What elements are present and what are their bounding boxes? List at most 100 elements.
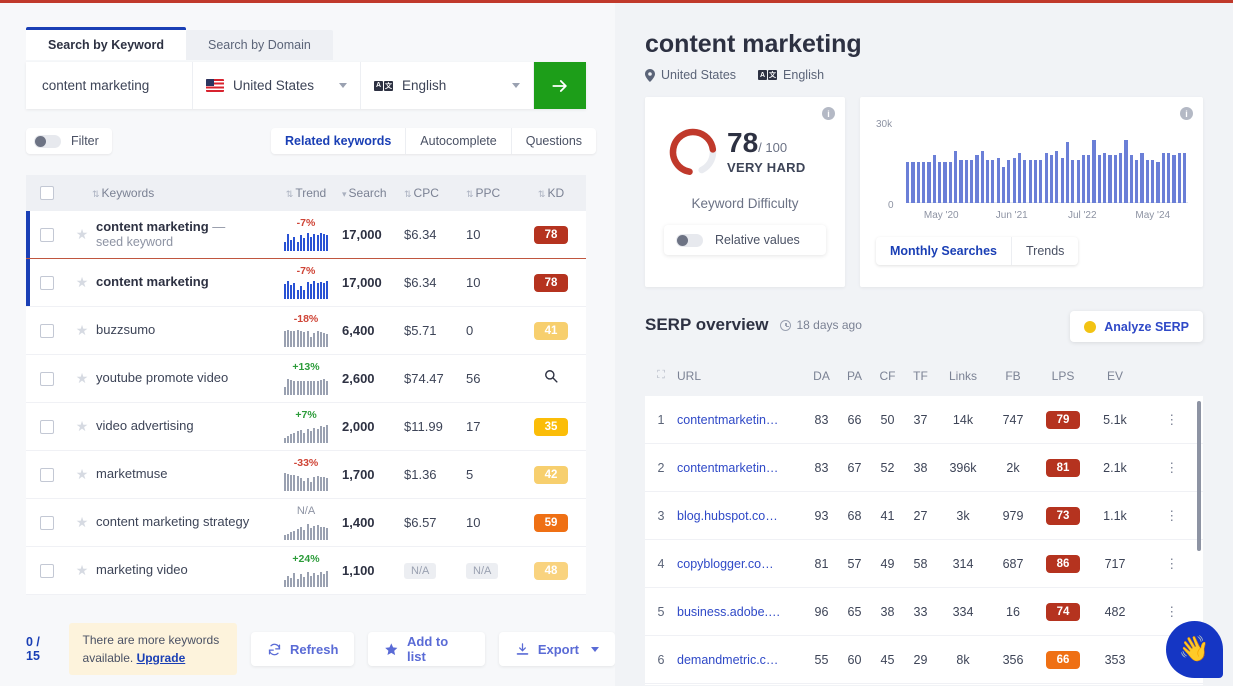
row-checkbox[interactable] (40, 371, 54, 386)
serp-cf: 50 (880, 412, 895, 427)
tab-search-by-keyword[interactable]: Search by Keyword (26, 27, 187, 60)
row-checkbox[interactable] (40, 227, 54, 242)
table-row[interactable]: 6demandmetric.c…556045298k35666353⋮ (645, 636, 1203, 684)
serp-url-link[interactable]: blog.hubspot.co… (677, 509, 805, 523)
export-button[interactable]: Export (498, 632, 615, 666)
column-search[interactable]: ▾ Search (342, 186, 404, 200)
tab-trends[interactable]: Trends (1012, 237, 1078, 265)
country-select[interactable]: United States (193, 62, 361, 109)
column-lps: LPS (1051, 368, 1075, 383)
keyword-cell: buzzsumo (96, 322, 270, 338)
trend-cell: +24% (270, 554, 342, 588)
row-actions-menu-icon[interactable]: ⋮ (1141, 460, 1203, 476)
serp-rank: 3 (657, 508, 665, 523)
search-submit-button[interactable] (534, 62, 586, 109)
table-row[interactable]: 5 business.adobe.… 96 65 38 33 334 16 74 482 ⋮ (645, 588, 1203, 636)
chart-bar (996, 157, 1000, 203)
row-checkbox[interactable] (40, 467, 54, 482)
filter-toggle-switch[interactable] (34, 134, 61, 148)
favorite-star-icon[interactable]: ★ (68, 418, 96, 435)
row-actions-menu-icon[interactable]: ⋮ (1141, 604, 1203, 620)
chart-bar (1183, 153, 1187, 203)
table-row[interactable]: 1 contentmarketin… 83 66 50 37 14k 747 79 5.1k ⋮ (645, 396, 1203, 444)
serp-tf: 58 (913, 556, 928, 571)
column-keywords[interactable]: ⇅ Keywords (68, 186, 270, 200)
segment-autocomplete[interactable]: Autocomplete (406, 128, 512, 154)
serp-da: 96 (814, 604, 829, 619)
row-checkbox[interactable] (40, 419, 54, 434)
keyword-overview-panel: content marketing United States A文 Engli… (615, 3, 1233, 686)
cpc-cell: $74.47 (404, 371, 444, 386)
favorite-star-icon[interactable]: ★ (68, 274, 96, 291)
relative-values-toggle[interactable]: Relative values (664, 225, 826, 255)
expand-icon[interactable]: ⛶ (645, 369, 677, 382)
column-kd[interactable]: ⇅ KD (516, 186, 586, 200)
row-actions-menu-icon[interactable]: ⋮ (1141, 412, 1203, 428)
serp-table-scrollbar[interactable] (1197, 401, 1201, 551)
column-trend[interactable]: ⇅ Trend (270, 186, 342, 200)
keyword-name: marketing video (96, 562, 188, 578)
column-cpc[interactable]: ⇅ CPC (404, 186, 466, 200)
table-row[interactable]: 2 contentmarketin… 83 67 52 38 396k 2k 81 2.1k ⋮ (645, 444, 1203, 492)
language-select[interactable]: A文 English (361, 62, 534, 109)
kd-gauge (667, 126, 719, 178)
favorite-star-icon[interactable]: ★ (68, 562, 96, 579)
keyword-search-input[interactable]: content marketing (26, 62, 193, 109)
cpc-cell: N/A (404, 562, 466, 579)
chart-bar (1103, 153, 1107, 203)
add-to-list-button[interactable]: Add to list (368, 632, 485, 666)
table-row[interactable]: ★ content marketing strategy N/A 1,400 $6.57… (26, 499, 586, 547)
magnifier-icon[interactable] (544, 369, 558, 383)
table-row[interactable]: 3 blog.hubspot.co… 93 68 41 27 3k 979 73 1.1k ⋮ (645, 492, 1203, 540)
serp-url-link[interactable]: copyblogger.co… (677, 557, 805, 571)
serp-url-link[interactable]: contentmarketin… (677, 413, 805, 427)
segment-related-keywords[interactable]: Related keywords (271, 128, 407, 154)
chart-bar (906, 162, 910, 203)
favorite-star-icon[interactable]: ★ (68, 466, 96, 483)
kd-score-line: 78/ 100 (727, 129, 806, 157)
relative-values-switch[interactable] (676, 233, 703, 247)
column-cpc-label: CPC (413, 186, 439, 200)
refresh-button[interactable]: Refresh (250, 632, 355, 666)
tab-monthly-searches[interactable]: Monthly Searches (876, 237, 1012, 265)
chart-bar (932, 155, 936, 203)
favorite-star-icon[interactable]: ★ (68, 322, 96, 339)
table-row[interactable]: ★ content marketing -7% 17,000 $6.34 10 78 (26, 259, 586, 307)
search-volume-cell: 17,000 (342, 227, 382, 242)
serp-lps-cell: 86 (1037, 554, 1089, 573)
favorite-star-icon[interactable]: ★ (68, 370, 96, 387)
table-row[interactable]: ★ youtube promote video +13% 2,600 $74.47 56 (26, 355, 586, 403)
column-ppc[interactable]: ⇅ PPC (466, 186, 516, 200)
serp-url-link[interactable]: business.adobe.… (677, 605, 805, 619)
info-icon[interactable]: i (822, 107, 835, 120)
keyword-name: content marketing strategy (96, 514, 250, 530)
row-actions-menu-icon[interactable]: ⋮ (1141, 508, 1203, 524)
trend-percent: -18% (293, 312, 319, 325)
row-checkbox[interactable] (40, 275, 54, 290)
table-row[interactable]: 4 copyblogger.co… 81 57 49 58 314 687 86 717 ⋮ (645, 540, 1203, 588)
table-row[interactable]: ★ marketing video +24% 1,100 N/A N/A 48 (26, 547, 586, 595)
kd-cell: 48 (516, 561, 586, 580)
chart-bar (985, 159, 990, 203)
column-keywords-label: Keywords (101, 186, 155, 200)
upgrade-link[interactable]: Upgrade (137, 651, 186, 665)
chart-bar (964, 159, 968, 203)
table-row[interactable]: ★ content marketing — seed keyword -7% 17,00… (26, 211, 586, 259)
segment-questions[interactable]: Questions (512, 128, 596, 154)
favorite-star-icon[interactable]: ★ (68, 226, 96, 243)
chat-widget-button[interactable]: 👋 (1166, 621, 1223, 678)
row-checkbox[interactable] (40, 515, 54, 530)
serp-url-link[interactable]: contentmarketin… (677, 461, 805, 475)
favorite-star-icon[interactable]: ★ (68, 514, 96, 531)
table-row[interactable]: ★ marketmuse -33% 1,700 $1.36 5 42 (26, 451, 586, 499)
filter-toggle-button[interactable]: Filter (26, 128, 112, 154)
row-checkbox[interactable] (40, 323, 54, 338)
serp-url-link[interactable]: demandmetric.c… (677, 653, 805, 667)
analyze-serp-button[interactable]: Analyze SERP (1070, 311, 1203, 342)
select-all-checkbox[interactable] (40, 186, 54, 200)
tab-search-by-domain[interactable]: Search by Domain (186, 30, 333, 60)
row-actions-menu-icon[interactable]: ⋮ (1141, 556, 1203, 572)
table-row[interactable]: ★ video advertising +7% 2,000 $11.99 17 35 (26, 403, 586, 451)
table-row[interactable]: ★ buzzsumo -18% 6,400 $5.71 0 41 (26, 307, 586, 355)
row-checkbox[interactable] (40, 563, 54, 578)
